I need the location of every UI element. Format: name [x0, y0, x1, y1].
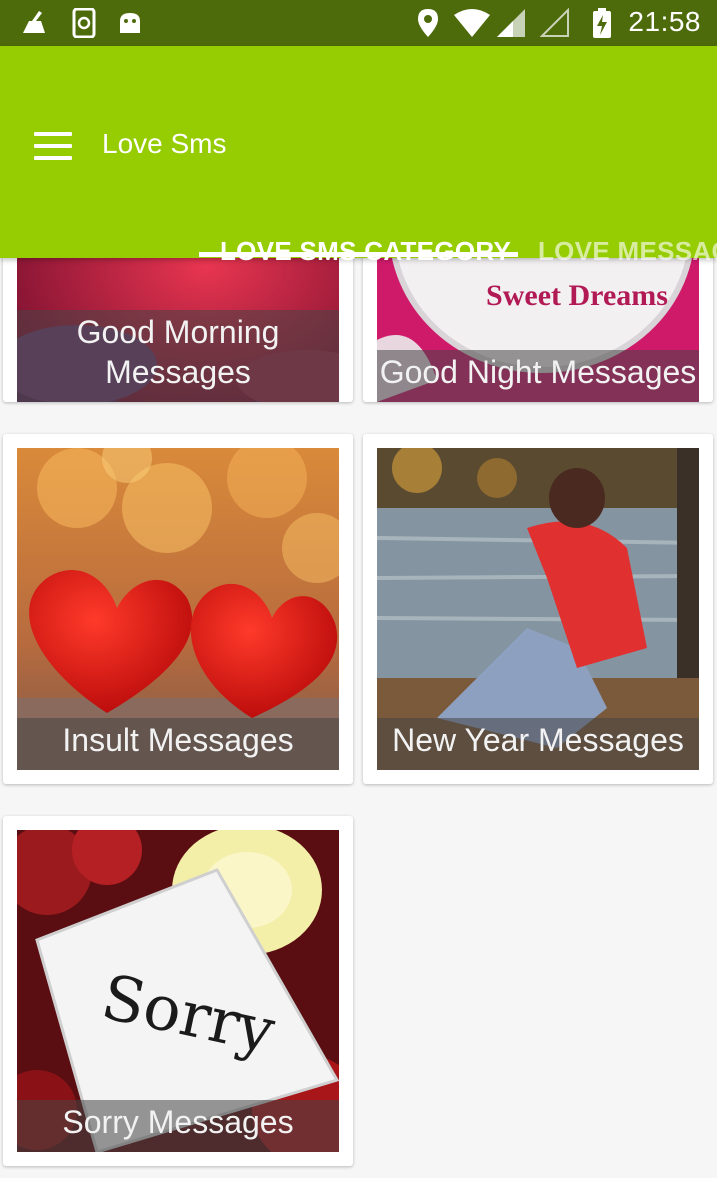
- category-caption: New Year Messages: [377, 718, 699, 770]
- category-card-new-year[interactable]: New Year Messages: [363, 434, 713, 784]
- status-bar: 21:58: [0, 0, 717, 46]
- signal-icon: [494, 8, 528, 38]
- new-year-image: New Year Messages: [377, 448, 699, 770]
- hamburger-menu-icon[interactable]: [34, 132, 74, 162]
- category-card-insult[interactable]: Insult Messages: [3, 434, 353, 784]
- category-caption: Insult Messages: [17, 718, 339, 770]
- clock-time: 21:58: [628, 6, 701, 37]
- tab-love-messages[interactable]: LOVE MESSAG: [538, 236, 717, 267]
- wifi-icon: [452, 8, 492, 38]
- active-tab-indicator: [199, 252, 518, 257]
- signal-empty-icon: [538, 8, 572, 38]
- app-title: Love Sms: [102, 128, 227, 159]
- cleaner-icon: [18, 8, 50, 38]
- battery-charging-icon: [590, 8, 614, 38]
- insult-hearts-image: Insult Messages: [17, 448, 339, 770]
- app-bar: Love Sms LOVE SMS CATEGORY LOVE MESSAG: [0, 46, 717, 266]
- category-caption: Sorry Messages: [17, 1100, 339, 1152]
- sorry-image: Sorry Sorry Messages: [17, 830, 339, 1152]
- android-icon: [114, 8, 146, 38]
- category-caption: Good Morning Messages: [17, 310, 339, 402]
- location-icon: [414, 8, 442, 38]
- category-caption: Good Night Messages: [377, 350, 699, 402]
- sync-phone-icon: [68, 8, 100, 38]
- sweet-dreams-text: Sweet Dreams: [486, 279, 668, 312]
- category-card-sorry[interactable]: Sorry Sorry Messages: [3, 816, 353, 1166]
